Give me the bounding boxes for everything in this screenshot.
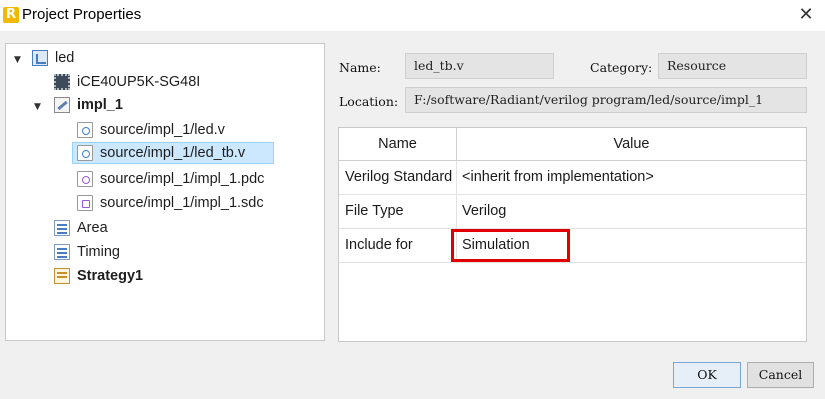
tree-item-label: source/impl_1/led_tb.v — [100, 145, 246, 161]
category-label: Category: — [590, 60, 653, 75]
tree-item-label: Timing — [77, 244, 120, 260]
chip-icon — [54, 74, 70, 90]
table-row[interactable]: Include for Simulation — [339, 229, 806, 263]
property-name: File Type — [339, 195, 457, 228]
tree-item-label: source/impl_1/impl_1.pdc — [100, 171, 265, 187]
tree-item-implementation[interactable]: impl_1 — [54, 94, 123, 116]
property-name: Include for — [339, 229, 457, 262]
name-label: Name: — [339, 60, 381, 75]
tree-item-label: led — [55, 50, 75, 66]
location-label: Location: — [339, 94, 399, 109]
tree-item-label: source/impl_1/impl_1.sdc — [100, 195, 264, 211]
location-field: F:/software/Radiant/verilog program/led/… — [405, 87, 807, 113]
active-strategy-icon — [54, 268, 70, 284]
constraint-file-icon — [77, 195, 93, 211]
table-row[interactable]: Verilog Standard <inherit from implement… — [339, 161, 806, 195]
ok-button[interactable]: OK — [673, 362, 741, 388]
radiant-app-icon: R — [3, 7, 19, 23]
property-value[interactable]: <inherit from implementation> — [457, 161, 806, 194]
tree-item-label: impl_1 — [77, 97, 123, 113]
expand-caret-icon[interactable]: ▼ — [14, 55, 21, 65]
constraint-file-icon — [77, 171, 93, 187]
strategy-list-icon — [54, 220, 70, 236]
project-tree[interactable]: ▼ led iCE40UP5K-SG48I ▼ impl_1 source/im… — [5, 43, 325, 341]
tree-item-strategy[interactable]: Area — [54, 217, 108, 239]
column-header-name[interactable]: Name — [339, 128, 457, 161]
tree-item-file-selected[interactable]: source/impl_1/led_tb.v — [72, 142, 274, 164]
project-icon — [32, 50, 48, 66]
close-icon[interactable]: ✕ — [795, 4, 817, 26]
window-title: Project Properties — [22, 6, 142, 23]
title-bar: R Project Properties ✕ — [0, 0, 825, 31]
tree-item-label: Strategy1 — [77, 268, 144, 284]
tree-item-strategy-active[interactable]: Strategy1 — [54, 265, 143, 287]
property-value[interactable]: Simulation — [457, 229, 806, 262]
tree-item-device[interactable]: iCE40UP5K-SG48I — [54, 71, 200, 93]
tree-item-label: source/impl_1/led.v — [100, 122, 225, 138]
category-field: Resource — [658, 53, 807, 79]
property-value[interactable]: Verilog — [457, 195, 806, 228]
tree-item-file[interactable]: source/impl_1/impl_1.sdc — [77, 192, 264, 214]
table-row[interactable]: File Type Verilog — [339, 195, 806, 229]
tree-item-label: iCE40UP5K-SG48I — [77, 74, 201, 90]
column-header-value[interactable]: Value — [457, 128, 806, 161]
property-table: Name Value Verilog Standard <inherit fro… — [338, 127, 807, 342]
expand-caret-icon[interactable]: ▼ — [34, 102, 41, 112]
verilog-file-icon — [77, 145, 93, 161]
tree-item-label: Area — [77, 220, 108, 236]
tree-item-strategy[interactable]: Timing — [54, 241, 120, 263]
property-name: Verilog Standard — [339, 161, 457, 194]
verilog-file-icon — [77, 122, 93, 138]
tree-item-file[interactable]: source/impl_1/led.v — [77, 119, 225, 141]
name-field: led_tb.v — [405, 53, 554, 79]
cancel-button[interactable]: Cancel — [747, 362, 814, 388]
strategy-list-icon — [54, 244, 70, 260]
table-header: Name Value — [339, 128, 806, 161]
tree-item-file[interactable]: source/impl_1/impl_1.pdc — [77, 168, 264, 190]
tree-item-project[interactable]: led — [32, 47, 74, 69]
implementation-icon — [54, 97, 70, 113]
